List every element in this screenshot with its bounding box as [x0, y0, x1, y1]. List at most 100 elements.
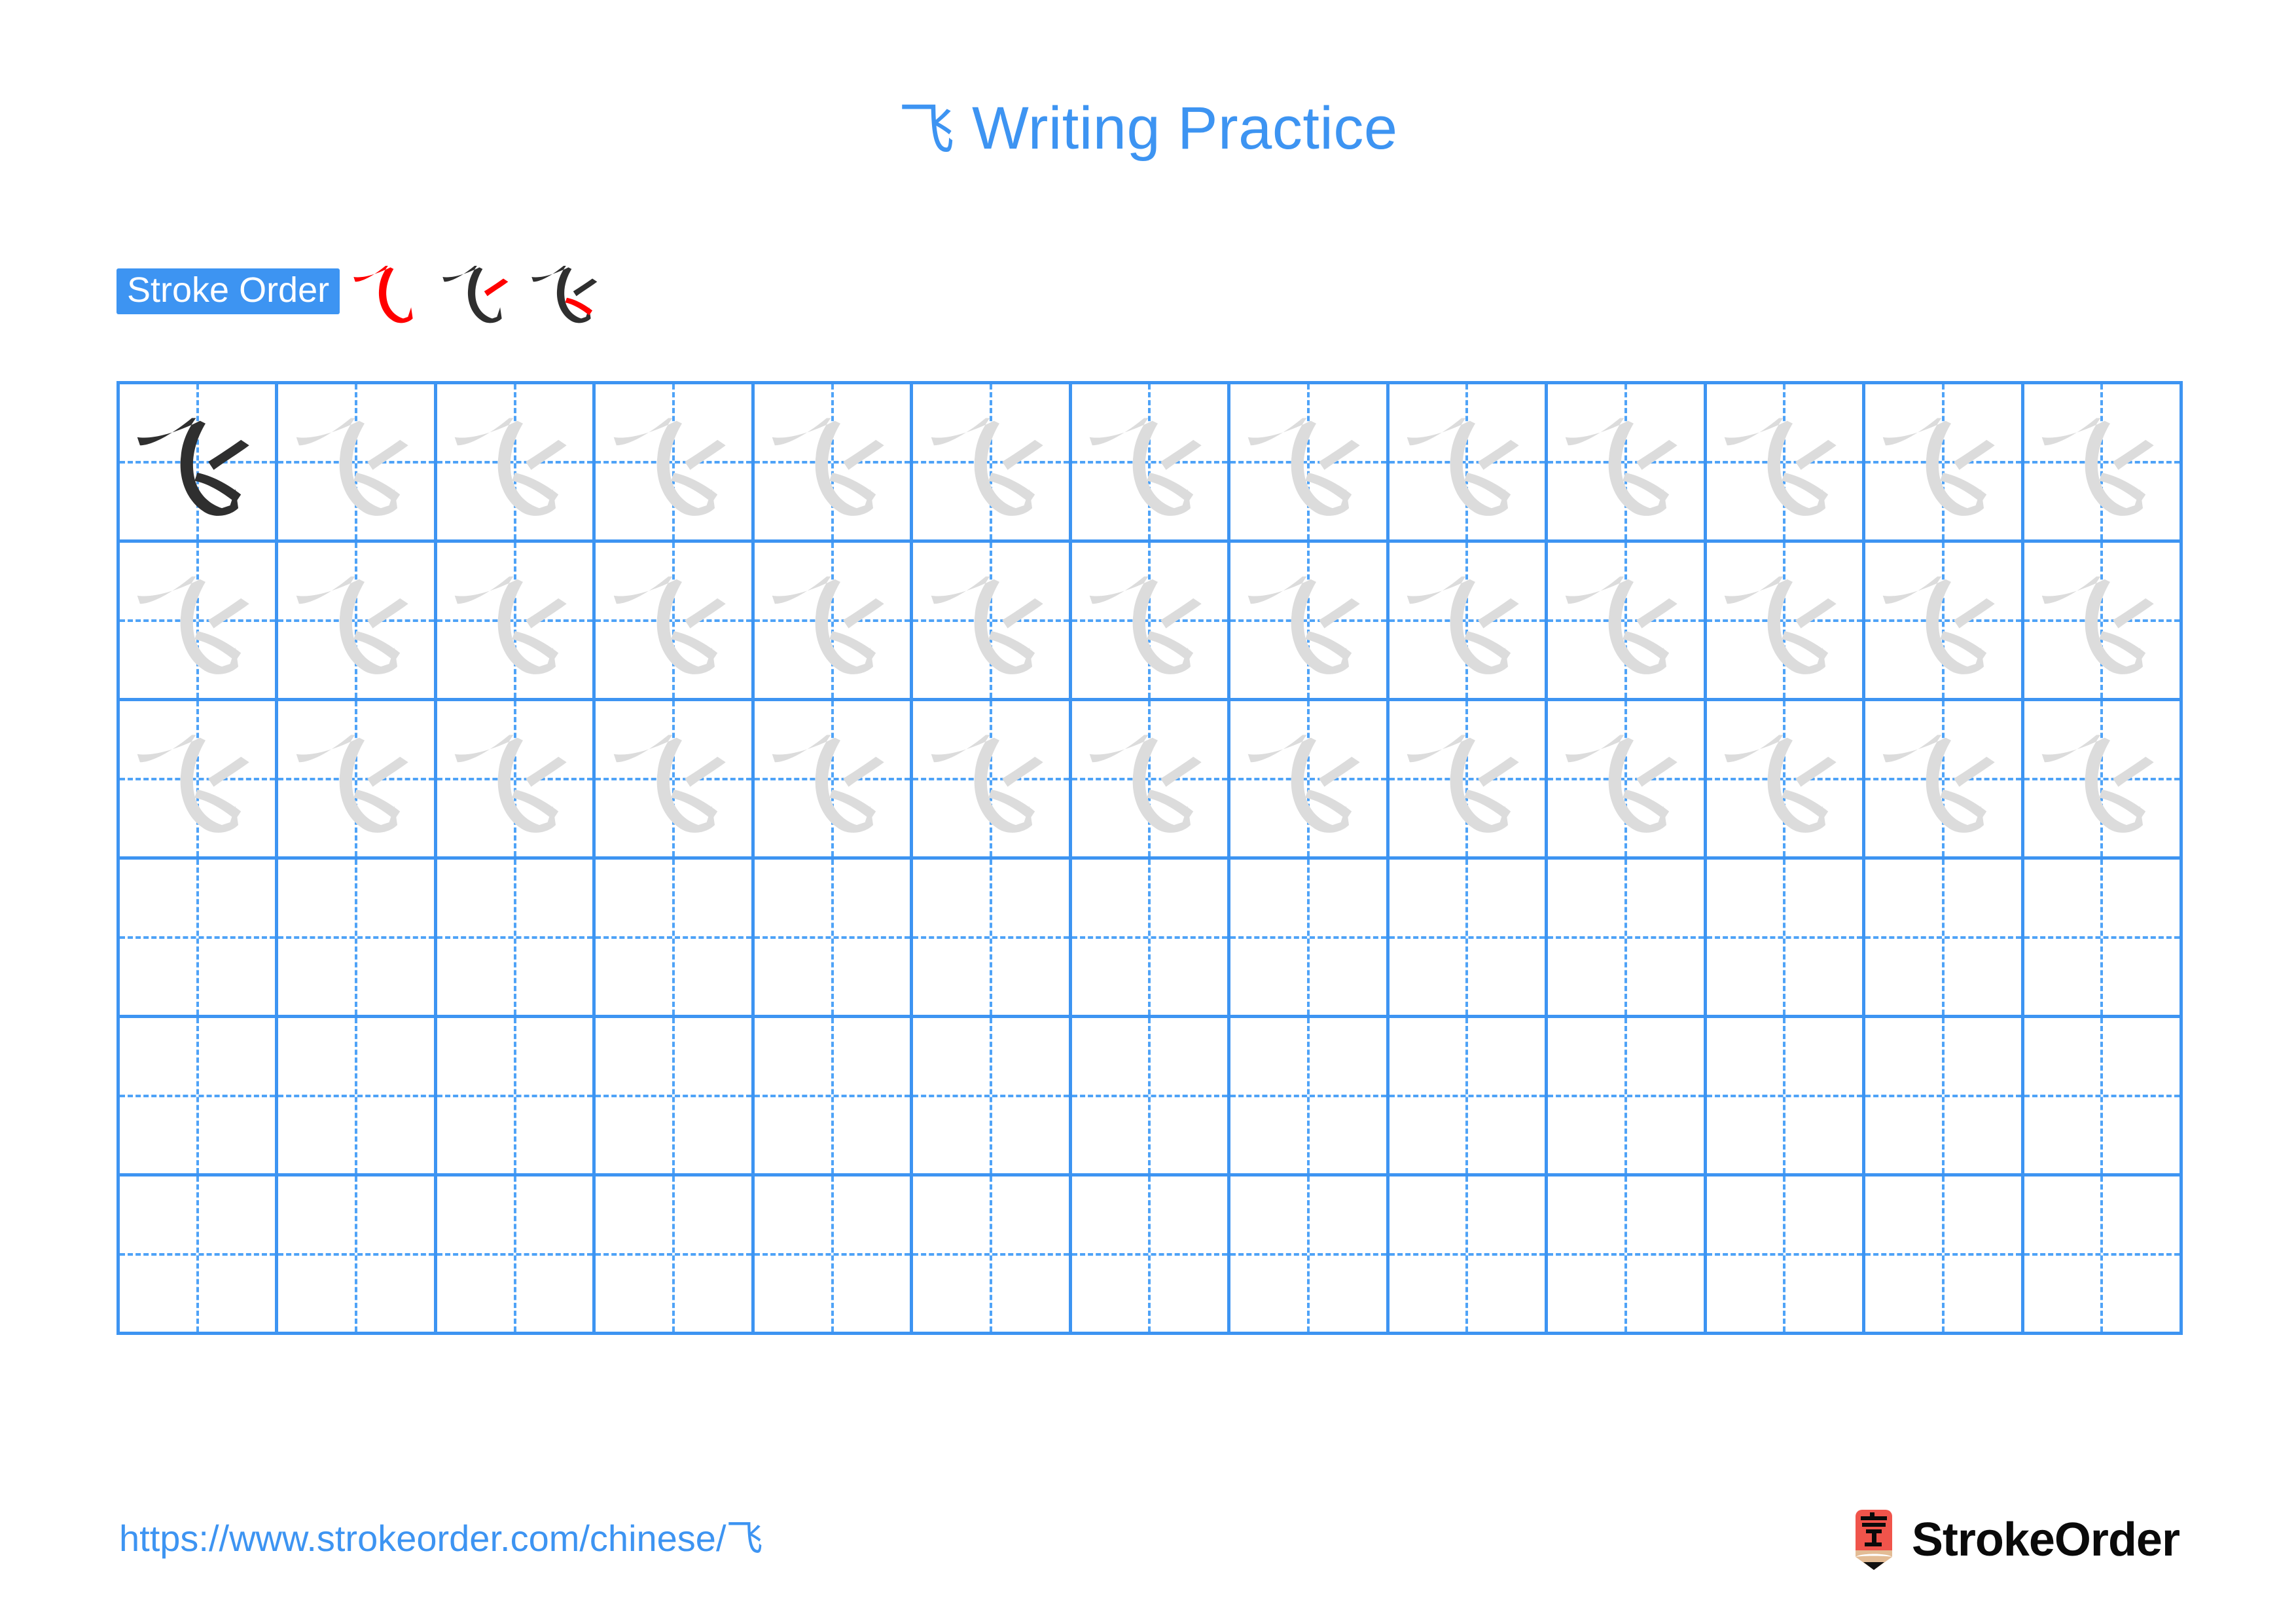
- practice-cell[interactable]: [913, 1018, 1072, 1176]
- trace-character-glyph: [437, 384, 592, 539]
- page-title: 飞 Writing Practice: [0, 98, 2296, 158]
- practice-cell[interactable]: [1548, 543, 1707, 701]
- practice-cell[interactable]: [913, 384, 1072, 543]
- practice-cell[interactable]: [2024, 1176, 2183, 1335]
- trace-character-glyph: [1072, 543, 1227, 698]
- practice-cell[interactable]: [437, 860, 596, 1018]
- practice-cell[interactable]: [1071, 1176, 1231, 1335]
- trace-character-glyph: [2024, 384, 2179, 539]
- practice-cell[interactable]: [596, 701, 755, 860]
- practice-cell[interactable]: [1865, 860, 2024, 1018]
- practice-cell[interactable]: [754, 1176, 914, 1335]
- trace-character-glyph: [2024, 543, 2179, 698]
- trace-character-glyph: [596, 701, 751, 856]
- practice-cell[interactable]: [1230, 384, 1390, 543]
- practice-cell[interactable]: [1706, 701, 1866, 860]
- practice-cell[interactable]: [120, 701, 279, 860]
- practice-cell[interactable]: [120, 1176, 279, 1335]
- practice-cell[interactable]: [754, 543, 914, 701]
- stroke-2-pie-icon: [484, 278, 509, 297]
- practice-cell[interactable]: [913, 1176, 1072, 1335]
- practice-cell[interactable]: [1548, 701, 1707, 860]
- practice-cell[interactable]: [437, 1176, 596, 1335]
- practice-cell[interactable]: [1865, 543, 2024, 701]
- practice-cell[interactable]: [1548, 1018, 1707, 1176]
- practice-cell[interactable]: [278, 543, 437, 701]
- practice-cell[interactable]: [120, 1018, 279, 1176]
- trace-character-glyph: [278, 701, 433, 856]
- practice-cell[interactable]: [2024, 543, 2183, 701]
- practice-cell[interactable]: [1548, 384, 1707, 543]
- practice-cell[interactable]: [1706, 1018, 1866, 1176]
- practice-cell[interactable]: [120, 860, 279, 1018]
- stroke-step-1: [349, 251, 429, 331]
- trace-character-glyph: [1707, 384, 1862, 539]
- practice-cell[interactable]: [1865, 1176, 2024, 1335]
- practice-cell[interactable]: [1706, 384, 1866, 543]
- practice-cell[interactable]: [913, 860, 1072, 1018]
- stroke-step-2: [438, 251, 518, 331]
- practice-cell[interactable]: [2024, 701, 2183, 860]
- practice-cell[interactable]: [278, 1018, 437, 1176]
- trace-character-glyph: [913, 384, 1068, 539]
- practice-cell[interactable]: [1230, 860, 1390, 1018]
- practice-cell[interactable]: [1865, 701, 2024, 860]
- practice-cell[interactable]: [1389, 860, 1549, 1018]
- practice-cell[interactable]: [596, 1018, 755, 1176]
- practice-cell[interactable]: [437, 543, 596, 701]
- brand-logo[interactable]: StrokeOrder: [1850, 1507, 2180, 1573]
- practice-cell[interactable]: [596, 860, 755, 1018]
- practice-cell[interactable]: [1230, 1018, 1390, 1176]
- practice-cell[interactable]: [1865, 384, 2024, 543]
- practice-cell[interactable]: [278, 701, 437, 860]
- trace-character-glyph: [1707, 543, 1862, 698]
- practice-cell[interactable]: [1389, 1018, 1549, 1176]
- practice-cell[interactable]: [278, 1176, 437, 1335]
- practice-cell[interactable]: [1230, 701, 1390, 860]
- practice-cell[interactable]: [1706, 1176, 1866, 1335]
- practice-cell[interactable]: [1230, 543, 1390, 701]
- practice-cell[interactable]: [1389, 1176, 1549, 1335]
- practice-cell[interactable]: [278, 860, 437, 1018]
- practice-cell[interactable]: [1706, 543, 1866, 701]
- practice-cell[interactable]: [1389, 543, 1549, 701]
- practice-cell[interactable]: [1071, 384, 1231, 543]
- practice-cell[interactable]: [1865, 1018, 2024, 1176]
- practice-cell[interactable]: [754, 860, 914, 1018]
- practice-cell[interactable]: [1071, 701, 1231, 860]
- practice-cell[interactable]: [754, 384, 914, 543]
- trace-character-glyph: [913, 543, 1068, 698]
- practice-cell[interactable]: [1230, 1176, 1390, 1335]
- practice-cell[interactable]: [2024, 1018, 2183, 1176]
- practice-cell[interactable]: [1071, 1018, 1231, 1176]
- trace-character-glyph: [1707, 701, 1862, 856]
- practice-cell[interactable]: [913, 543, 1072, 701]
- trace-character-glyph: [1548, 543, 1703, 698]
- practice-cell[interactable]: [437, 384, 596, 543]
- practice-cell[interactable]: [278, 384, 437, 543]
- practice-cell[interactable]: [596, 1176, 755, 1335]
- footer-url-prefix: https://www.strokeorder.com/chinese/: [119, 1518, 726, 1559]
- practice-cell[interactable]: [596, 384, 755, 543]
- practice-cell[interactable]: [913, 701, 1072, 860]
- trace-character-glyph: [437, 543, 592, 698]
- practice-cell[interactable]: [1389, 701, 1549, 860]
- practice-cell[interactable]: [754, 701, 914, 860]
- practice-cell[interactable]: [1071, 543, 1231, 701]
- footer-url[interactable]: https://www.strokeorder.com/chinese/飞: [119, 1520, 763, 1558]
- practice-cell[interactable]: [120, 384, 279, 543]
- practice-cell[interactable]: [1706, 860, 1866, 1018]
- practice-cell[interactable]: [2024, 384, 2183, 543]
- practice-cell[interactable]: [596, 543, 755, 701]
- practice-cell[interactable]: [437, 1018, 596, 1176]
- practice-cell[interactable]: [1389, 384, 1549, 543]
- practice-cell[interactable]: [1548, 1176, 1707, 1335]
- practice-cell[interactable]: [754, 1018, 914, 1176]
- practice-cell[interactable]: [1548, 860, 1707, 1018]
- practice-cell[interactable]: [1071, 860, 1231, 1018]
- stroke-order-badge: Stroke Order: [117, 268, 340, 314]
- trace-character-glyph: [278, 543, 433, 698]
- practice-cell[interactable]: [2024, 860, 2183, 1018]
- practice-cell[interactable]: [120, 543, 279, 701]
- practice-cell[interactable]: [437, 701, 596, 860]
